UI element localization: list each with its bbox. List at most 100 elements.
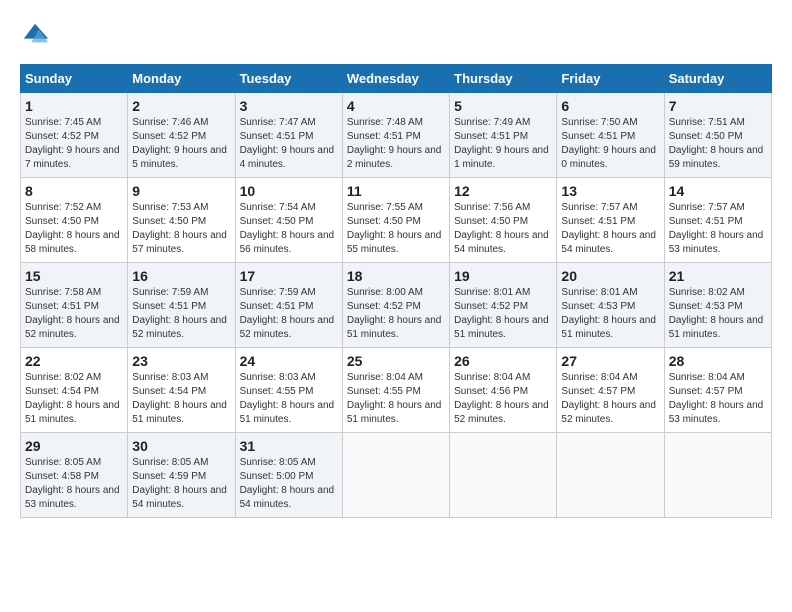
calendar-cell: 5 Sunrise: 7:49 AM Sunset: 4:51 PM Dayli… (450, 93, 557, 178)
logo (20, 20, 50, 48)
day-number: 12 (454, 183, 552, 199)
day-info: Sunrise: 7:56 AM Sunset: 4:50 PM Dayligh… (454, 201, 552, 257)
calendar-cell: 8 Sunrise: 7:52 AM Sunset: 4:50 PM Dayli… (21, 178, 128, 263)
day-info: Sunrise: 8:05 AM Sunset: 4:59 PM Dayligh… (132, 456, 230, 512)
calendar-cell (664, 433, 771, 518)
day-info: Sunrise: 7:59 AM Sunset: 4:51 PM Dayligh… (240, 286, 338, 342)
calendar-cell: 26 Sunrise: 8:04 AM Sunset: 4:56 PM Dayl… (450, 348, 557, 433)
header-day-saturday: Saturday (664, 65, 771, 93)
day-info: Sunrise: 7:47 AM Sunset: 4:51 PM Dayligh… (240, 116, 338, 172)
day-number: 4 (347, 98, 445, 114)
day-info: Sunrise: 7:51 AM Sunset: 4:50 PM Dayligh… (669, 116, 767, 172)
day-number: 6 (561, 98, 659, 114)
day-number: 22 (25, 353, 123, 369)
calendar-cell: 29 Sunrise: 8:05 AM Sunset: 4:58 PM Dayl… (21, 433, 128, 518)
calendar-cell: 27 Sunrise: 8:04 AM Sunset: 4:57 PM Dayl… (557, 348, 664, 433)
day-info: Sunrise: 8:03 AM Sunset: 4:55 PM Dayligh… (240, 371, 338, 427)
header-day-sunday: Sunday (21, 65, 128, 93)
day-info: Sunrise: 7:58 AM Sunset: 4:51 PM Dayligh… (25, 286, 123, 342)
day-info: Sunrise: 8:04 AM Sunset: 4:57 PM Dayligh… (669, 371, 767, 427)
day-number: 5 (454, 98, 552, 114)
calendar-cell: 18 Sunrise: 8:00 AM Sunset: 4:52 PM Dayl… (342, 263, 449, 348)
day-info: Sunrise: 8:01 AM Sunset: 4:52 PM Dayligh… (454, 286, 552, 342)
day-info: Sunrise: 8:02 AM Sunset: 4:54 PM Dayligh… (25, 371, 123, 427)
week-row-5: 29 Sunrise: 8:05 AM Sunset: 4:58 PM Dayl… (21, 433, 772, 518)
page-header (20, 20, 772, 48)
calendar-cell: 9 Sunrise: 7:53 AM Sunset: 4:50 PM Dayli… (128, 178, 235, 263)
day-number: 11 (347, 183, 445, 199)
day-number: 10 (240, 183, 338, 199)
day-info: Sunrise: 7:49 AM Sunset: 4:51 PM Dayligh… (454, 116, 552, 172)
header-row: SundayMondayTuesdayWednesdayThursdayFrid… (21, 65, 772, 93)
day-number: 28 (669, 353, 767, 369)
week-row-3: 15 Sunrise: 7:58 AM Sunset: 4:51 PM Dayl… (21, 263, 772, 348)
day-number: 31 (240, 438, 338, 454)
day-number: 20 (561, 268, 659, 284)
day-info: Sunrise: 7:57 AM Sunset: 4:51 PM Dayligh… (669, 201, 767, 257)
calendar-cell: 24 Sunrise: 8:03 AM Sunset: 4:55 PM Dayl… (235, 348, 342, 433)
day-number: 29 (25, 438, 123, 454)
calendar-cell: 22 Sunrise: 8:02 AM Sunset: 4:54 PM Dayl… (21, 348, 128, 433)
calendar-cell: 11 Sunrise: 7:55 AM Sunset: 4:50 PM Dayl… (342, 178, 449, 263)
calendar-cell (450, 433, 557, 518)
day-number: 23 (132, 353, 230, 369)
day-info: Sunrise: 7:48 AM Sunset: 4:51 PM Dayligh… (347, 116, 445, 172)
day-info: Sunrise: 8:04 AM Sunset: 4:55 PM Dayligh… (347, 371, 445, 427)
calendar-cell: 20 Sunrise: 8:01 AM Sunset: 4:53 PM Dayl… (557, 263, 664, 348)
day-number: 14 (669, 183, 767, 199)
day-number: 21 (669, 268, 767, 284)
day-info: Sunrise: 7:46 AM Sunset: 4:52 PM Dayligh… (132, 116, 230, 172)
calendar-cell: 19 Sunrise: 8:01 AM Sunset: 4:52 PM Dayl… (450, 263, 557, 348)
calendar-cell: 23 Sunrise: 8:03 AM Sunset: 4:54 PM Dayl… (128, 348, 235, 433)
calendar-cell (557, 433, 664, 518)
calendar-table: SundayMondayTuesdayWednesdayThursdayFrid… (20, 64, 772, 518)
calendar-cell: 7 Sunrise: 7:51 AM Sunset: 4:50 PM Dayli… (664, 93, 771, 178)
day-number: 15 (25, 268, 123, 284)
day-info: Sunrise: 8:05 AM Sunset: 5:00 PM Dayligh… (240, 456, 338, 512)
calendar-cell: 16 Sunrise: 7:59 AM Sunset: 4:51 PM Dayl… (128, 263, 235, 348)
day-number: 19 (454, 268, 552, 284)
header-day-tuesday: Tuesday (235, 65, 342, 93)
day-info: Sunrise: 8:04 AM Sunset: 4:56 PM Dayligh… (454, 371, 552, 427)
header-day-wednesday: Wednesday (342, 65, 449, 93)
day-info: Sunrise: 8:04 AM Sunset: 4:57 PM Dayligh… (561, 371, 659, 427)
day-number: 1 (25, 98, 123, 114)
day-number: 2 (132, 98, 230, 114)
calendar-cell: 25 Sunrise: 8:04 AM Sunset: 4:55 PM Dayl… (342, 348, 449, 433)
calendar-cell: 1 Sunrise: 7:45 AM Sunset: 4:52 PM Dayli… (21, 93, 128, 178)
day-info: Sunrise: 7:54 AM Sunset: 4:50 PM Dayligh… (240, 201, 338, 257)
day-number: 26 (454, 353, 552, 369)
day-number: 18 (347, 268, 445, 284)
day-info: Sunrise: 7:53 AM Sunset: 4:50 PM Dayligh… (132, 201, 230, 257)
day-info: Sunrise: 7:57 AM Sunset: 4:51 PM Dayligh… (561, 201, 659, 257)
header-day-thursday: Thursday (450, 65, 557, 93)
day-info: Sunrise: 8:00 AM Sunset: 4:52 PM Dayligh… (347, 286, 445, 342)
day-number: 24 (240, 353, 338, 369)
day-info: Sunrise: 7:45 AM Sunset: 4:52 PM Dayligh… (25, 116, 123, 172)
calendar-cell: 21 Sunrise: 8:02 AM Sunset: 4:53 PM Dayl… (664, 263, 771, 348)
day-number: 17 (240, 268, 338, 284)
day-number: 16 (132, 268, 230, 284)
calendar-cell: 10 Sunrise: 7:54 AM Sunset: 4:50 PM Dayl… (235, 178, 342, 263)
logo-icon (22, 20, 50, 48)
calendar-cell: 13 Sunrise: 7:57 AM Sunset: 4:51 PM Dayl… (557, 178, 664, 263)
header-day-friday: Friday (557, 65, 664, 93)
calendar-cell: 6 Sunrise: 7:50 AM Sunset: 4:51 PM Dayli… (557, 93, 664, 178)
day-info: Sunrise: 7:50 AM Sunset: 4:51 PM Dayligh… (561, 116, 659, 172)
calendar-cell: 28 Sunrise: 8:04 AM Sunset: 4:57 PM Dayl… (664, 348, 771, 433)
week-row-4: 22 Sunrise: 8:02 AM Sunset: 4:54 PM Dayl… (21, 348, 772, 433)
calendar-cell: 4 Sunrise: 7:48 AM Sunset: 4:51 PM Dayli… (342, 93, 449, 178)
day-info: Sunrise: 8:02 AM Sunset: 4:53 PM Dayligh… (669, 286, 767, 342)
day-number: 13 (561, 183, 659, 199)
day-info: Sunrise: 8:05 AM Sunset: 4:58 PM Dayligh… (25, 456, 123, 512)
calendar-cell: 14 Sunrise: 7:57 AM Sunset: 4:51 PM Dayl… (664, 178, 771, 263)
day-info: Sunrise: 7:55 AM Sunset: 4:50 PM Dayligh… (347, 201, 445, 257)
calendar-cell (342, 433, 449, 518)
day-number: 8 (25, 183, 123, 199)
day-number: 3 (240, 98, 338, 114)
day-number: 27 (561, 353, 659, 369)
calendar-cell: 3 Sunrise: 7:47 AM Sunset: 4:51 PM Dayli… (235, 93, 342, 178)
day-number: 30 (132, 438, 230, 454)
day-info: Sunrise: 8:03 AM Sunset: 4:54 PM Dayligh… (132, 371, 230, 427)
calendar-cell: 31 Sunrise: 8:05 AM Sunset: 5:00 PM Dayl… (235, 433, 342, 518)
